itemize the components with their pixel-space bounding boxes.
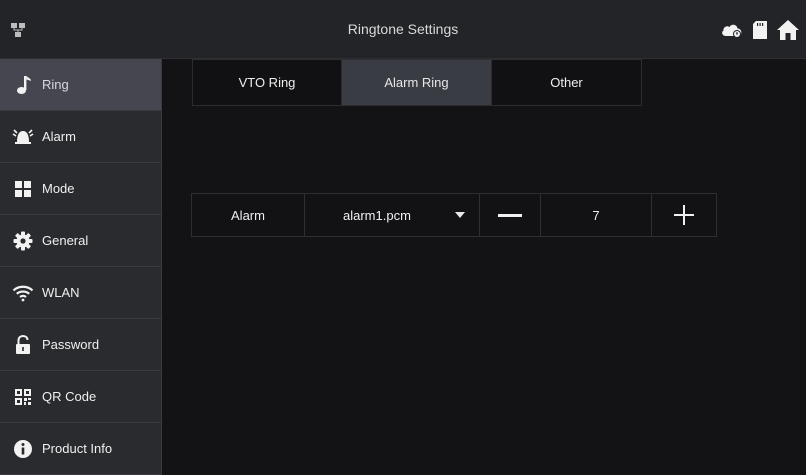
sidebar-item-mode[interactable]: Mode	[0, 163, 161, 215]
gear-icon	[12, 230, 34, 252]
sidebar: Ring Alarm Mode General WLAN Password QR…	[0, 59, 162, 475]
cloud-icon[interactable]	[720, 21, 744, 39]
sd-card-icon[interactable]	[752, 20, 768, 40]
sidebar-item-label: QR Code	[42, 389, 97, 404]
main-panel: VTO Ring Alarm Ring Other Alarm alarm1.p…	[162, 59, 806, 475]
volume-decrease-button[interactable]	[480, 194, 541, 236]
status-icons	[720, 18, 800, 42]
sidebar-item-label: General	[42, 233, 89, 248]
qr-code-icon	[12, 386, 34, 408]
lock-icon	[12, 334, 34, 356]
info-icon	[12, 438, 34, 460]
sidebar-item-label: Ring	[42, 77, 69, 92]
sidebar-item-alarm[interactable]: Alarm	[0, 111, 161, 163]
sidebar-item-label: Mode	[42, 181, 75, 196]
sidebar-item-product-info[interactable]: Product Info	[0, 423, 161, 475]
volume-increase-button[interactable]	[652, 194, 716, 236]
sidebar-item-wlan[interactable]: WLAN	[0, 267, 161, 319]
ringtone-select-value: alarm1.pcm	[343, 207, 411, 223]
chevron-down-icon	[455, 212, 465, 218]
sidebar-item-label: WLAN	[42, 285, 80, 300]
page-title: Ringtone Settings	[347, 21, 459, 37]
ring-name-label: Alarm	[192, 194, 305, 236]
screen: Ringtone Settings Ring Alarm Mode Genera…	[0, 0, 806, 475]
music-note-icon	[12, 74, 34, 96]
wifi-icon	[12, 282, 34, 304]
volume-value: 7	[541, 194, 652, 236]
sidebar-item-label: Product Info	[42, 441, 113, 456]
home-icon[interactable]	[776, 19, 800, 41]
alarm-ring-row: Alarm alarm1.pcm 7	[191, 193, 717, 237]
alarm-icon	[12, 126, 34, 148]
sidebar-item-label: Alarm	[42, 129, 76, 144]
sidebar-item-qr-code[interactable]: QR Code	[0, 371, 161, 423]
sidebar-item-password[interactable]: Password	[0, 319, 161, 371]
sidebar-item-label: Password	[42, 337, 100, 352]
mode-icon	[12, 178, 34, 200]
top-bar: Ringtone Settings	[0, 0, 806, 59]
tab-vto-ring[interactable]: VTO Ring	[192, 59, 342, 106]
ring-tabs: VTO Ring Alarm Ring Other	[192, 59, 642, 106]
tab-other[interactable]: Other	[492, 59, 642, 106]
sidebar-item-general[interactable]: General	[0, 215, 161, 267]
plus-icon	[674, 205, 694, 225]
tab-alarm-ring[interactable]: Alarm Ring	[342, 59, 492, 106]
minus-icon	[498, 213, 522, 217]
ringtone-select[interactable]: alarm1.pcm	[305, 194, 480, 236]
sidebar-item-ring[interactable]: Ring	[0, 59, 161, 111]
